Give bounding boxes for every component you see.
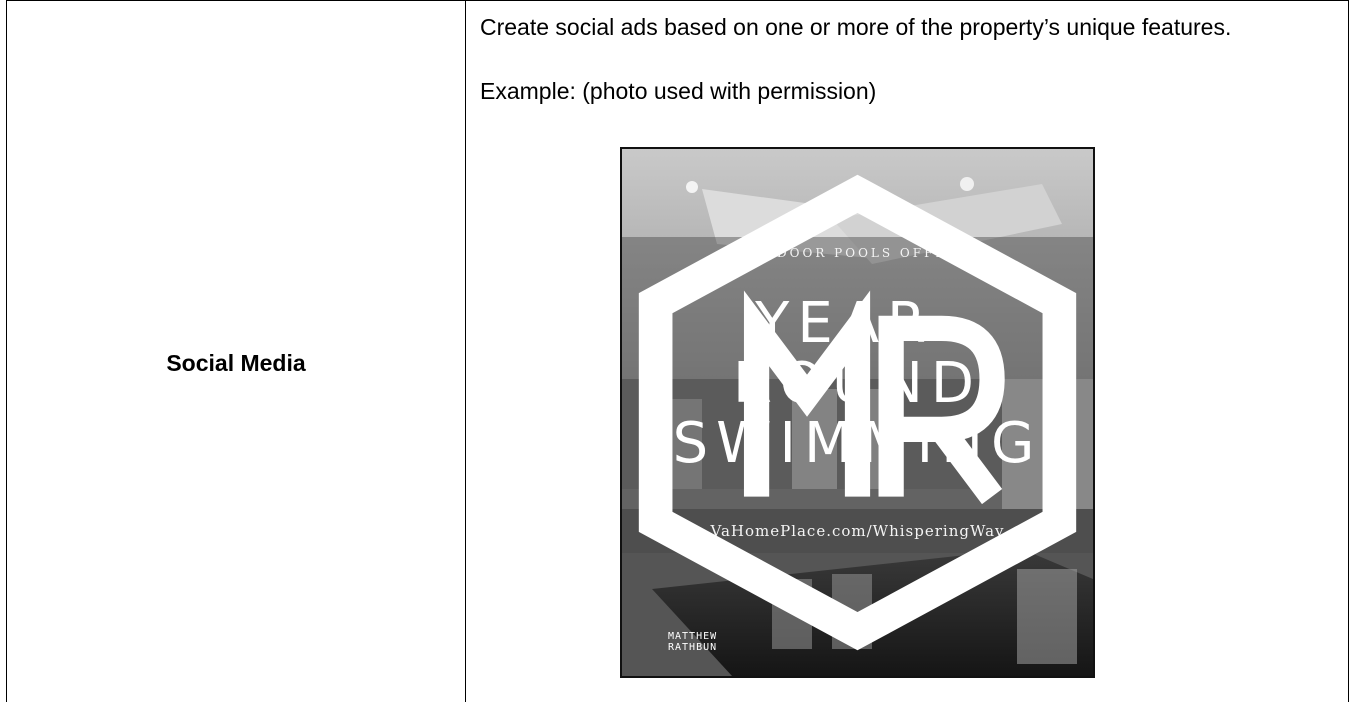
table-column-divider xyxy=(465,0,466,702)
mr-monogram-icon xyxy=(638,174,1077,651)
document-table: Social Media Create social ads based on … xyxy=(0,0,1353,702)
row-label: Social Media xyxy=(166,350,306,376)
brand-logo-text: MATTHEW RATHBUN xyxy=(668,631,717,653)
example-caption: Example: (photo used with permission) xyxy=(480,78,877,104)
social-ad-image: INDOOR POOLS OFFER YEAR- ROUND SWIMMING … xyxy=(620,147,1095,678)
row-label-cell: Social Media xyxy=(7,1,465,702)
row-description: Create social ads based on one or more o… xyxy=(480,14,1232,40)
table-right-border xyxy=(1348,0,1349,702)
brand-logo-line-1: MATTHEW xyxy=(668,631,718,642)
brand-logo-line-2: RATHBUN xyxy=(668,642,718,653)
